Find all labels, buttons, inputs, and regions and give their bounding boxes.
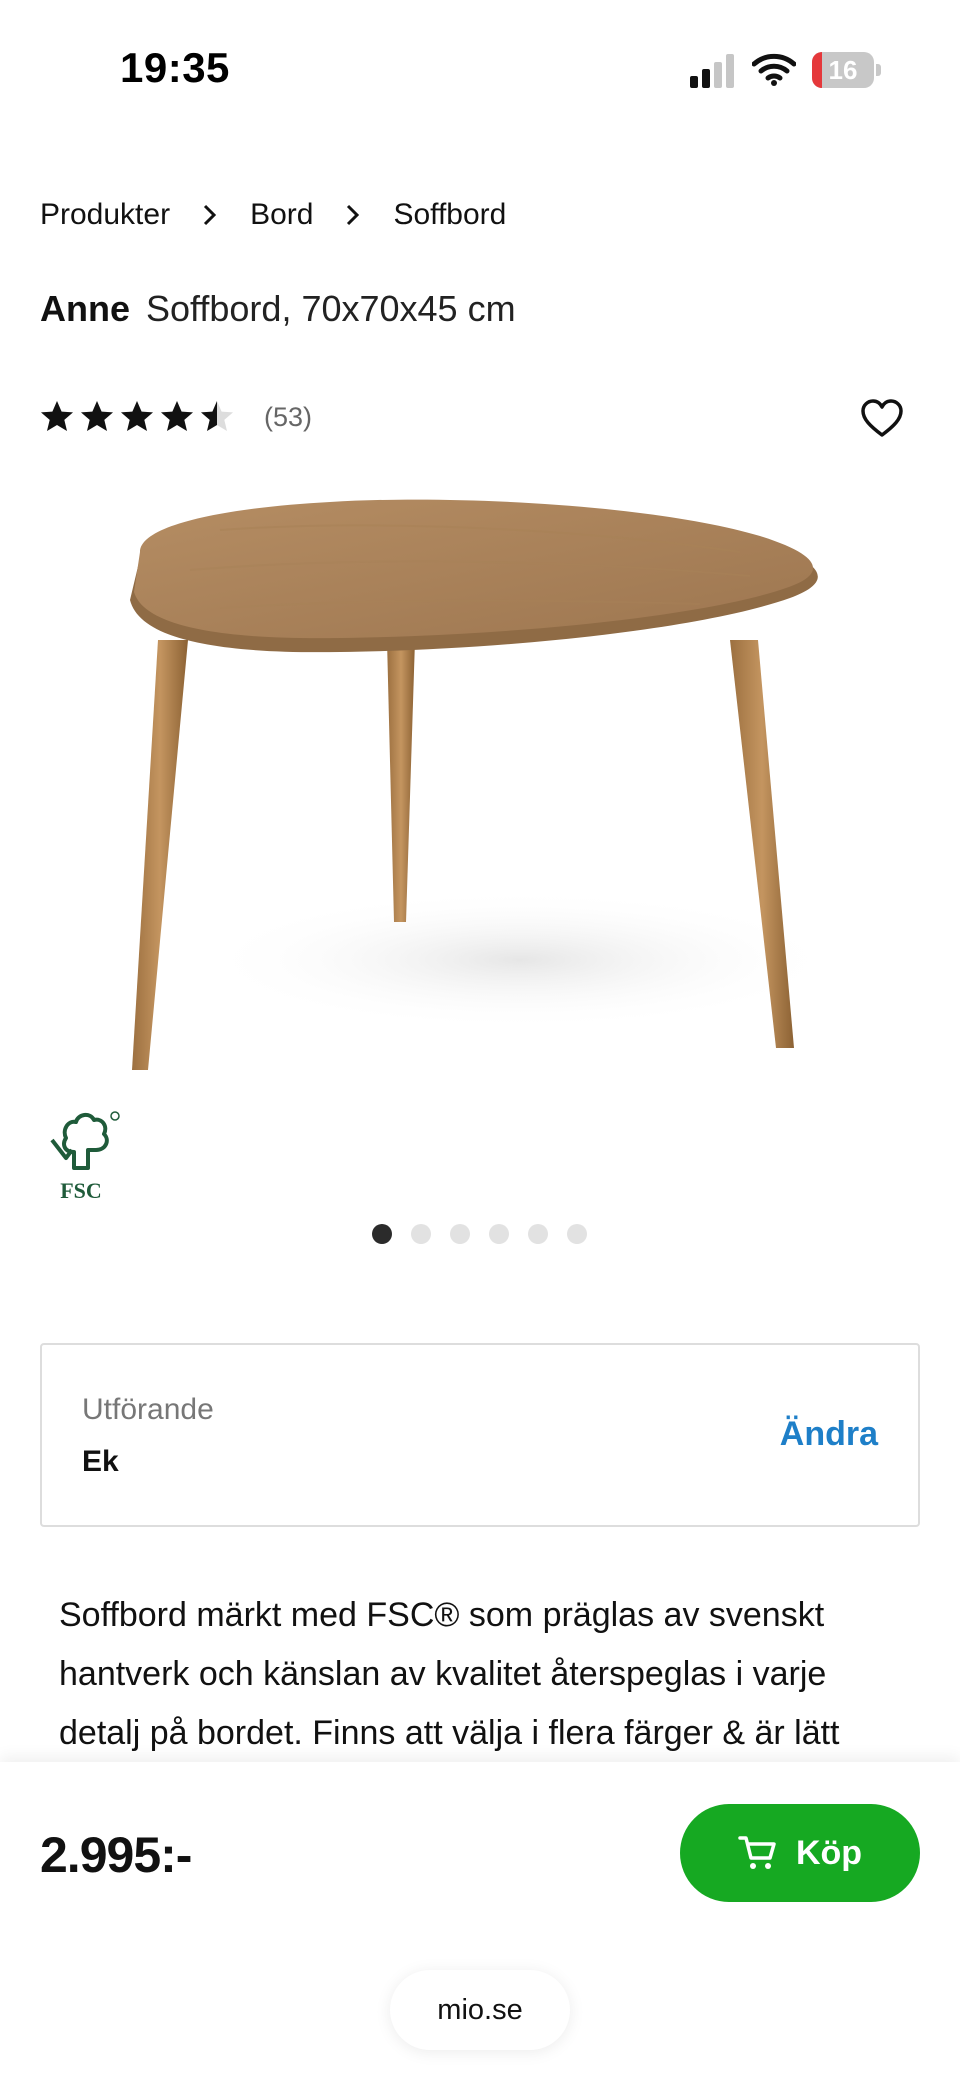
carousel-dot[interactable] — [489, 1224, 509, 1244]
carousel-dot[interactable] — [567, 1224, 587, 1244]
product-name: Anne — [40, 288, 130, 329]
breadcrumb-item-produkter[interactable]: Produkter — [40, 198, 170, 232]
battery-percent: 16 — [828, 55, 858, 85]
product-description: Soffbord märkt med FSC® som präglas av s… — [59, 1596, 840, 1752]
chevron-right-icon — [325, 200, 381, 230]
star-icon — [161, 401, 193, 431]
carousel-dot[interactable] — [411, 1224, 431, 1244]
breadcrumb-item-soffbord[interactable]: Soffbord — [393, 198, 506, 232]
carousel-dot[interactable] — [450, 1224, 470, 1244]
wifi-icon — [752, 53, 796, 86]
fsc-label: FSC — [60, 1178, 102, 1203]
fsc-tree-icon — [50, 1111, 120, 1170]
url-bar[interactable]: mio.se — [390, 1970, 570, 2050]
carousel-dot[interactable] — [372, 1224, 392, 1244]
price: 2.995:- — [40, 1827, 192, 1883]
carousel-dots — [372, 1224, 606, 1244]
buy-label: Köp — [795, 1833, 863, 1872]
star-icon — [41, 401, 73, 431]
product-subtitle: Soffbord, 70x70x45 cm — [146, 288, 516, 329]
star-rating — [40, 400, 240, 434]
star-icon — [121, 401, 153, 431]
change-variant-button[interactable]: Ändra — [780, 1415, 878, 1454]
carousel-dot[interactable] — [528, 1224, 548, 1244]
signal-icon — [690, 54, 734, 88]
battery-indicator: 16 — [812, 52, 882, 88]
purchase-bar: 2.995:- Köp mio.se — [0, 1762, 960, 2081]
variant-selector[interactable]: Utförande Ek Ändra — [40, 1343, 920, 1527]
star-icon — [81, 401, 113, 431]
star-icon — [201, 401, 233, 431]
review-count[interactable]: (53) — [264, 402, 312, 433]
cart-icon — [738, 1836, 776, 1869]
status-bar: 19:35 16 — [0, 0, 960, 140]
heart-icon[interactable] — [860, 398, 904, 438]
product-title: Anne Soffbord, 70x70x45 cm — [40, 288, 516, 330]
buy-button[interactable]: Köp — [680, 1804, 920, 1902]
product-image[interactable] — [100, 490, 860, 1090]
rating[interactable]: (53) — [40, 400, 312, 434]
status-time: 19:35 — [120, 44, 230, 91]
fsc-logo: FSC — [46, 1108, 122, 1204]
breadcrumb: Produkter Bord Soffbord — [40, 198, 506, 232]
variant-value: Ek — [82, 1445, 119, 1478]
chevron-right-icon — [182, 200, 238, 230]
breadcrumb-item-bord[interactable]: Bord — [250, 198, 313, 232]
variant-label: Utförande — [82, 1393, 214, 1426]
